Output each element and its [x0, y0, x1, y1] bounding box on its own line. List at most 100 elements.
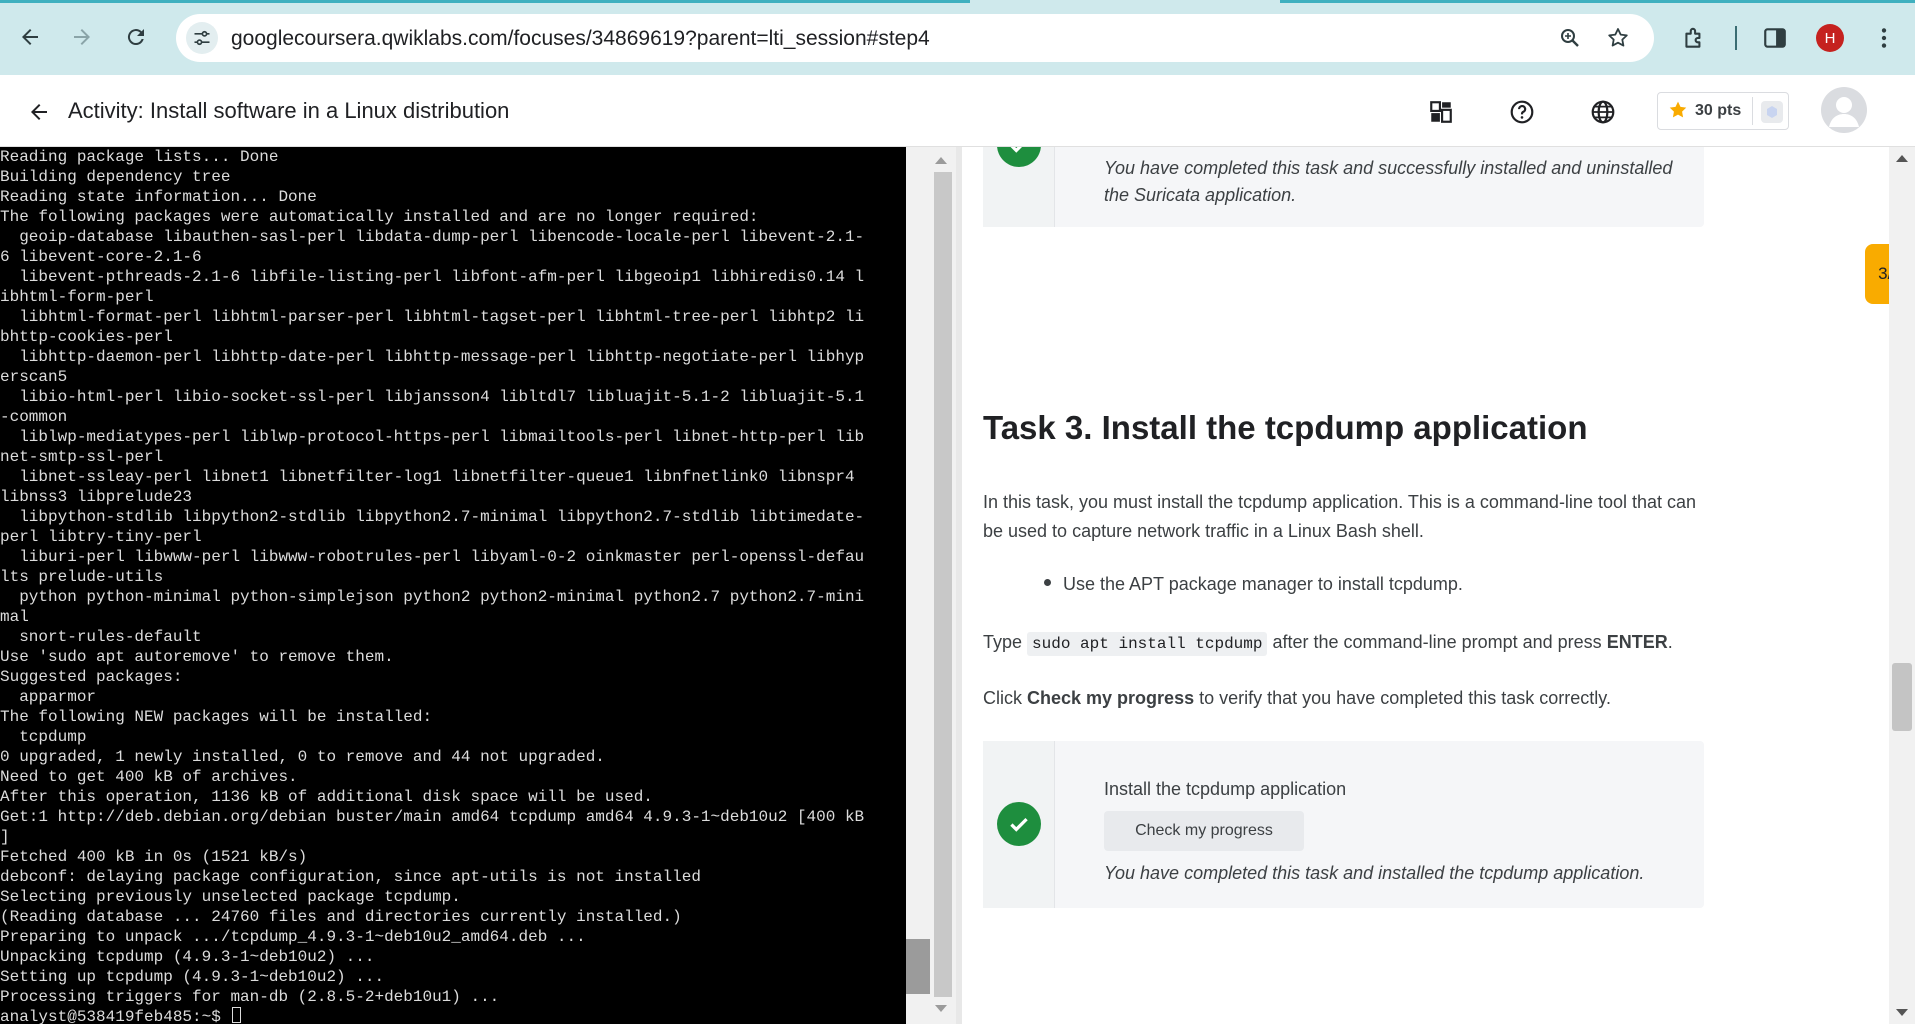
terminal-line: apparmor [0, 688, 97, 706]
bookmark-star-icon[interactable] [1606, 26, 1630, 50]
terminal-line: Suggested packages: [0, 668, 183, 686]
scroll-up-icon[interactable] [1896, 155, 1908, 162]
reload-button[interactable] [118, 19, 154, 55]
scroll-thumb[interactable] [1892, 663, 1912, 731]
scroll-down-icon[interactable] [935, 1005, 947, 1012]
terminal-line: 6 libevent-core-2.1-6 [0, 248, 202, 266]
terminal-line: After this operation, 1136 kB of additio… [0, 788, 653, 806]
help-icon[interactable] [1507, 97, 1537, 127]
points-text: 30 pts [1695, 102, 1742, 119]
browser-toolbar: googlecoursera.qwiklabs.com/focuses/3486… [0, 0, 1915, 75]
side-panel-icon[interactable] [1757, 20, 1793, 56]
terminal-prompt: analyst@538419feb485:~$ [0, 1008, 231, 1024]
menu-dots-icon[interactable] [1866, 20, 1902, 56]
terminal-line: Reading package lists... Done [0, 148, 279, 166]
click-suffix: to verify that you have completed this t… [1199, 688, 1611, 708]
scroll-down-icon[interactable] [1896, 1009, 1908, 1016]
terminal-line: Reading state information... Done [0, 188, 317, 206]
site-info-icon[interactable] [186, 22, 218, 54]
hexagon-badge-icon [1761, 101, 1783, 123]
lab-instructions: You have completed this task and success… [962, 147, 1875, 1024]
terminal-line: Need to get 400 kB of archives. [0, 768, 298, 786]
points-badge: 30 pts [1657, 92, 1789, 130]
points-separator [1752, 97, 1753, 125]
terminal-prompt-line[interactable]: analyst@538419feb485:~$ [0, 1007, 906, 1024]
terminal-line: Processing triggers for man-db (2.8.5-2+… [0, 988, 500, 1006]
terminal-line: -common [0, 408, 68, 426]
terminal-scrollbar[interactable] [906, 147, 956, 1024]
type-suffix: after the command-line prompt and press [1272, 632, 1602, 652]
terminal-line: libpython-stdlib libpython2-stdlib libpy… [0, 508, 865, 526]
terminal-line: libhttp-daemon-perl libhttp-date-perl li… [0, 348, 865, 366]
url-text[interactable]: googlecoursera.qwiklabs.com/focuses/3486… [231, 27, 930, 51]
terminal-line: erscan5 [0, 368, 68, 386]
terminal-line: liblwp-mediatypes-perl liblwp-protocol-h… [0, 428, 865, 446]
terminal-line: Unpacking tcpdump (4.9.3-1~deb10u2) ... [0, 948, 375, 966]
terminal-cursor [232, 1007, 242, 1023]
avatar-icon[interactable] [1821, 87, 1867, 133]
terminal-line: Selecting previously unselected package … [0, 888, 461, 906]
check-my-progress-button[interactable]: Check my progress [1104, 811, 1304, 851]
check-label: Install the tcpdump application [1104, 779, 1347, 799]
forward-button[interactable] [64, 19, 100, 55]
enter-key: ENTER [1606, 632, 1668, 652]
extensions-icon[interactable] [1676, 20, 1712, 56]
terminal-line: tcpdump [0, 728, 87, 746]
tab-strip-accent [1280, 0, 1915, 3]
terminal-line: geoip-database libauthen-sasl-perl libda… [0, 228, 865, 246]
terminal-line: libnet-ssleay-perl libnet1 libnetfilter-… [0, 468, 855, 486]
check-complete-icon [997, 802, 1041, 846]
bullet-dot [1044, 579, 1051, 586]
completion-text: You have completed this task and install… [1104, 863, 1645, 883]
toolbar-separator [1735, 26, 1737, 50]
scroll-track[interactable] [934, 172, 952, 997]
star-icon [1669, 101, 1687, 118]
terminal-line: mal [0, 608, 29, 626]
reload-icon [127, 29, 144, 46]
back-arrow-icon[interactable] [24, 97, 54, 127]
tab-strip-accent [0, 0, 970, 3]
prev-check-card: You have completed this task and success… [983, 147, 1704, 227]
terminal-line: snort-rules-default [0, 628, 202, 646]
terminal-line: ] [0, 828, 10, 846]
check-bold-text: Check my progress [1027, 688, 1195, 708]
forward-icon [74, 29, 90, 45]
terminal-line: debconf: delaying package configuration,… [0, 868, 701, 886]
address-bar[interactable]: googlecoursera.qwiklabs.com/focuses/3486… [176, 14, 1654, 62]
terminal-line: ibhtml-form-perl [0, 288, 154, 306]
terminal-line: libnss3 libprelude23 [0, 488, 193, 506]
command-instruction: Type sudo apt install tcpdump after the … [983, 628, 1713, 659]
terminal-line: libhtml-format-perl libhtml-parser-perl … [0, 308, 865, 326]
terminal-line: Setting up tcpdump (4.9.3-1~deb10u2) ... [0, 968, 385, 986]
command-code[interactable]: sudo apt install tcpdump [1027, 632, 1268, 656]
progress-instruction: Click Check my progress to verify that y… [983, 684, 1713, 713]
scroll-up-icon[interactable] [935, 157, 947, 164]
completion-text: You have completed this task and success… [1104, 158, 1673, 205]
dashboard-icon[interactable] [1426, 97, 1456, 127]
list-item: Use the APT package manager to install t… [1044, 574, 1463, 595]
lab-header: Activity: Install software in a Linux di… [0, 75, 1915, 147]
back-icon [22, 29, 38, 45]
language-globe-icon[interactable] [1588, 97, 1618, 127]
check-progress-card: Install the tcpdump application Check my… [983, 741, 1704, 908]
back-button[interactable] [12, 19, 48, 55]
terminal-line: libevent-pthreads-2.1-6 libfile-listing-… [0, 268, 865, 286]
terminal-line: 0 upgraded, 1 newly installed, 0 to remo… [0, 748, 605, 766]
task-heading: Task 3. Install the tcpdump application [983, 409, 1588, 446]
terminal-line: liburi-perl libwww-perl libwww-robotrule… [0, 548, 865, 566]
terminal-line: Get:1 http://deb.debian.org/debian buste… [0, 808, 865, 826]
profile-avatar[interactable]: H [1816, 24, 1844, 52]
terminal-window[interactable]: Reading package lists... Done Building de… [0, 147, 906, 1024]
terminal-output: Reading package lists... Done Building de… [0, 147, 906, 1024]
terminal-line: The following NEW packages will be insta… [0, 708, 433, 726]
page-scrollbar[interactable] [1889, 147, 1915, 1024]
terminal-line: (Reading database ... 24760 files and di… [0, 908, 682, 926]
task-intro: In this task, you must install the tcpdu… [983, 492, 1697, 541]
terminal-line: lts prelude-utils [0, 568, 164, 586]
terminal-line: perl libtry-tiny-perl [0, 528, 202, 546]
zoom-icon[interactable] [1558, 26, 1582, 50]
scroll-thumb[interactable] [906, 939, 930, 994]
terminal-line: libio-html-perl libio-socket-ssl-perl li… [0, 388, 865, 406]
terminal-line: Preparing to unpack .../tcpdump_4.9.3-1~… [0, 928, 586, 946]
terminal-line: net-smtp-ssl-perl [0, 448, 164, 466]
